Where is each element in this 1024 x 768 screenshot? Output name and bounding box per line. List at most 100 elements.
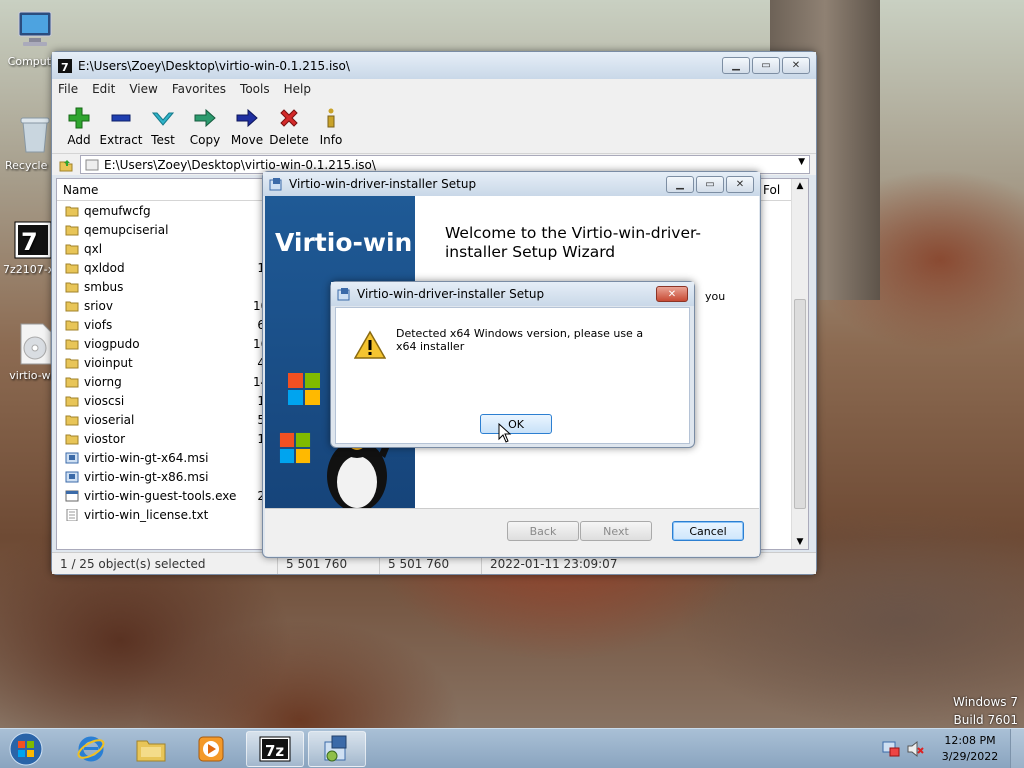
dialog-body: Detected x64 Windows version, please use…	[335, 307, 690, 444]
setup-titlebar[interactable]: Virtio-win-driver-installer Setup ▁ ▭ ✕	[263, 172, 760, 196]
folder-icon	[65, 244, 79, 254]
column-folders[interactable]: Fol	[757, 179, 793, 200]
plus-icon	[68, 107, 90, 129]
info-icon	[327, 108, 335, 128]
msi-installer-icon	[65, 452, 79, 463]
tool-label: Extract	[99, 133, 143, 147]
tool-label: Add	[67, 133, 91, 147]
folder-icon	[65, 225, 79, 235]
dialog-titlebar[interactable]: Virtio-win-driver-installer Setup ✕	[331, 282, 694, 306]
cancel-button[interactable]: Cancel	[672, 521, 744, 541]
close-button[interactable]: ✕	[782, 57, 810, 74]
test-button[interactable]: Test	[142, 99, 184, 153]
window-title: Virtio-win-driver-installer Setup	[289, 177, 477, 191]
minimize-icon: ▁	[732, 60, 740, 71]
folder-icon	[65, 434, 79, 444]
banner-brand: Virtio-win	[275, 228, 413, 257]
arrow-right-icon	[194, 108, 216, 128]
up-folder-icon[interactable]	[58, 157, 74, 173]
taskbar-clock[interactable]: 12:08 PM 3/29/2022	[930, 733, 1010, 765]
extract-button[interactable]: Extract	[99, 99, 143, 153]
system-tray: 12:08 PM 3/29/2022	[882, 729, 1024, 768]
maximize-icon: ▭	[705, 178, 715, 190]
menu-help[interactable]: Help	[284, 82, 311, 96]
show-desktop-button[interactable]	[1010, 729, 1024, 768]
installer-icon	[269, 178, 282, 191]
maximize-button[interactable]: ▭	[752, 57, 780, 74]
internet-explorer-icon	[77, 736, 105, 762]
folder-icon	[65, 396, 79, 406]
folder-icon	[65, 320, 79, 330]
file-explorer-icon	[136, 740, 166, 762]
toolbar: Add Extract Test Copy Move Delete Info	[52, 99, 816, 153]
vertical-scrollbar[interactable]: ▲ ▼	[791, 179, 808, 549]
folder-icon	[65, 358, 79, 368]
msi-installer-icon	[65, 471, 79, 482]
move-button[interactable]: Move	[226, 99, 268, 153]
computer-icon	[18, 11, 52, 46]
taskbar-explorer[interactable]	[122, 731, 180, 767]
menu-favorites[interactable]: Favorites	[172, 82, 226, 96]
minimize-button[interactable]: ▁	[666, 175, 694, 193]
close-icon: ✕	[791, 60, 801, 71]
copy-button[interactable]: Copy	[184, 99, 226, 153]
ok-button[interactable]: OK	[480, 414, 552, 434]
menu-bar: File Edit View Favorites Tools Help	[52, 79, 816, 99]
volume-muted-icon[interactable]	[906, 740, 924, 758]
close-icon: ✕	[735, 178, 745, 190]
taskbar: 7z 12:08 PM 3/29/2022	[0, 728, 1024, 768]
check-icon	[152, 112, 174, 126]
7zip-titlebar[interactable]: 7 E:\Users\Zoey\Desktop\virtio-win-0.1.2…	[52, 52, 816, 79]
close-button[interactable]: ✕	[726, 175, 754, 193]
back-button[interactable]: Back	[507, 521, 579, 541]
menu-file[interactable]: File	[58, 82, 78, 96]
mouse-cursor-icon	[498, 423, 512, 443]
taskbar-media-player[interactable]	[182, 731, 240, 767]
arrow-right-icon	[236, 108, 258, 128]
7zip-icon: 7	[14, 221, 52, 259]
chevron-down-icon[interactable]: ▼	[798, 157, 805, 167]
next-button[interactable]: Next	[580, 521, 652, 541]
menu-edit[interactable]: Edit	[92, 82, 115, 96]
installer-icon	[337, 288, 350, 301]
minimize-icon: ▁	[676, 178, 684, 190]
taskbar-setup[interactable]	[308, 731, 366, 767]
x-icon	[280, 109, 298, 127]
info-button[interactable]: Info	[310, 99, 352, 153]
tool-label: Test	[151, 133, 175, 147]
menu-view[interactable]: View	[129, 82, 157, 96]
installer-icon	[324, 735, 347, 762]
folder-icon	[65, 415, 79, 425]
windows-watermark: Windows 7 Build 7601	[953, 693, 1018, 729]
svg-text:7: 7	[21, 228, 38, 256]
error-dialog[interactable]: Virtio-win-driver-installer Setup ✕ Dete…	[330, 281, 695, 448]
media-player-icon	[198, 736, 224, 762]
menu-tools[interactable]: Tools	[240, 82, 270, 96]
taskbar-7zip[interactable]: 7z	[246, 731, 304, 767]
column-name[interactable]: Name	[57, 179, 277, 200]
folder-icon	[65, 206, 79, 216]
windows-orb-icon	[9, 732, 43, 766]
7zip-icon: 7z	[259, 736, 291, 762]
text-file-icon	[66, 508, 78, 521]
scroll-thumb[interactable]	[794, 299, 806, 509]
start-button[interactable]	[4, 731, 48, 767]
add-button[interactable]: Add	[58, 99, 100, 153]
scroll-down-icon[interactable]: ▼	[792, 537, 808, 547]
close-button[interactable]: ✕	[656, 286, 688, 302]
minimize-button[interactable]: ▁	[722, 57, 750, 74]
folder-icon	[65, 339, 79, 349]
close-icon: ✕	[667, 288, 677, 300]
maximize-button[interactable]: ▭	[696, 175, 724, 193]
clock-time: 12:08 PM	[944, 734, 996, 747]
folder-icon	[65, 301, 79, 311]
taskbar-internet-explorer[interactable]	[62, 731, 120, 767]
svg-text:7: 7	[61, 61, 69, 73]
scroll-up-icon[interactable]: ▲	[792, 181, 808, 191]
watermark-line1: Windows 7	[952, 695, 1018, 709]
network-icon[interactable]	[882, 740, 900, 758]
folder-icon	[85, 159, 99, 170]
tool-label: Move	[230, 133, 264, 147]
delete-button[interactable]: Delete	[268, 99, 310, 153]
window-title: E:\Users\Zoey\Desktop\virtio-win-0.1.215…	[78, 58, 350, 73]
